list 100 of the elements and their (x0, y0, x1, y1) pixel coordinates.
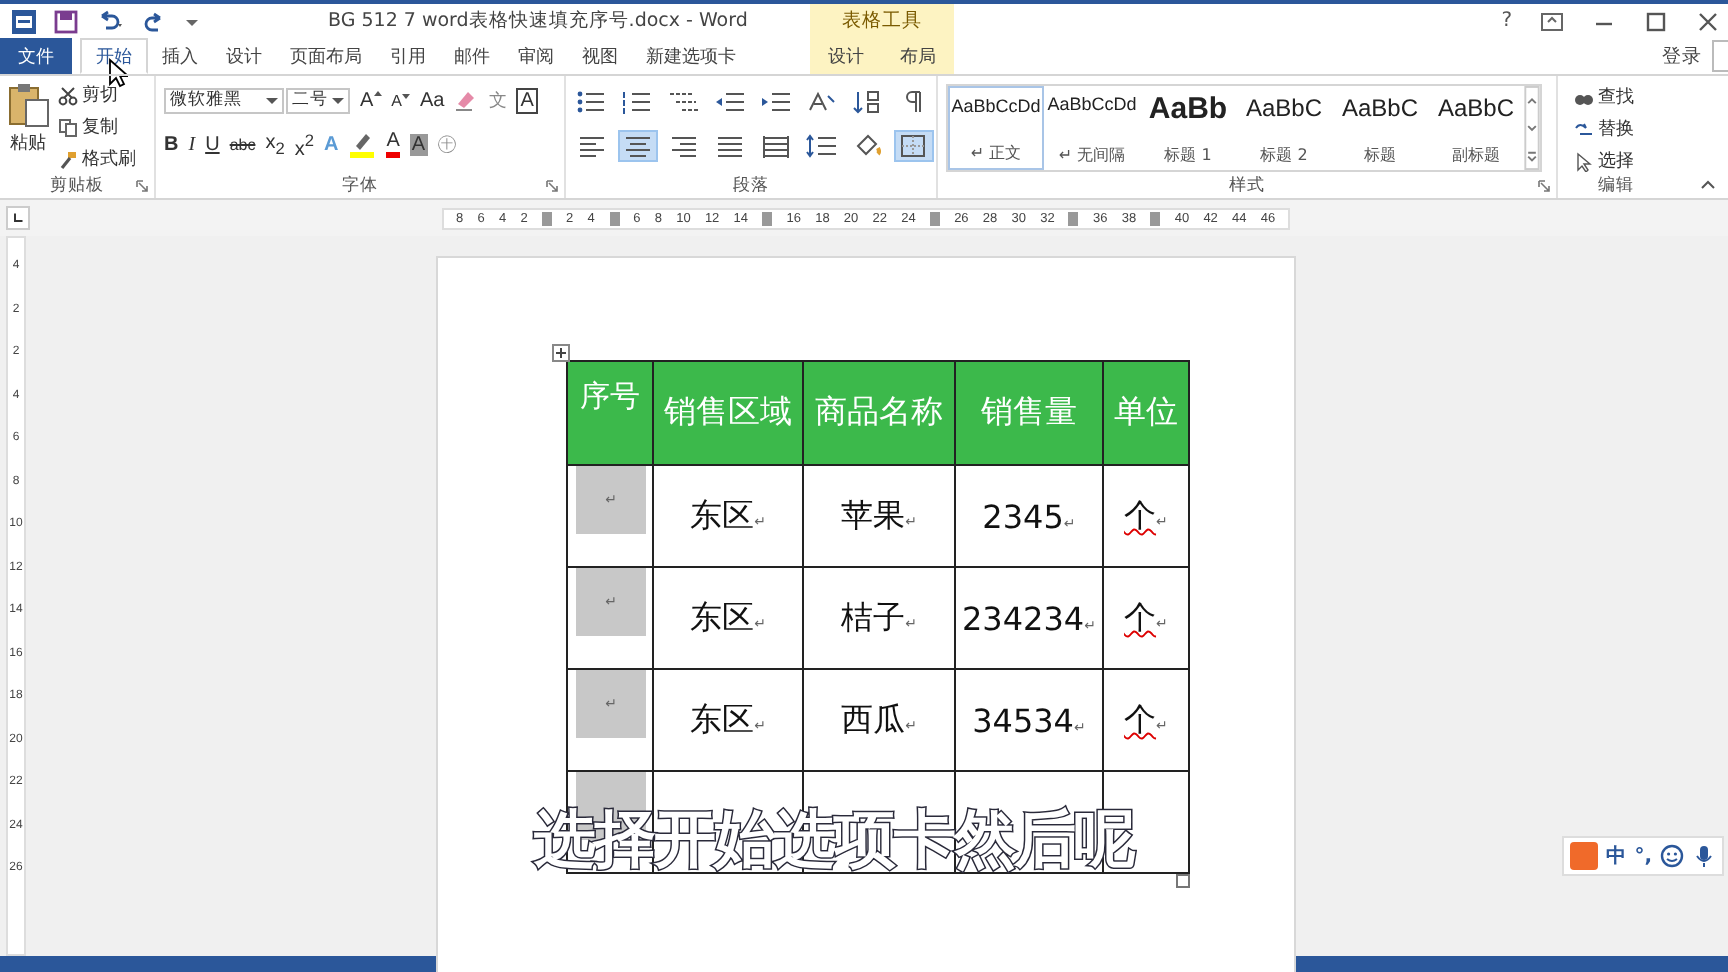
copy-button[interactable]: 复制 (58, 114, 136, 140)
down-triangle-icon (402, 91, 411, 100)
multilevel-list-icon[interactable] (666, 88, 702, 116)
replace-button[interactable]: 替换 (1574, 116, 1674, 142)
column-marker-icon[interactable] (609, 211, 620, 225)
superscript-button[interactable]: x$^{2}$ (294, 129, 314, 161)
paintbrush-icon[interactable] (58, 149, 78, 169)
alignment-button[interactable] (712, 132, 748, 160)
column-header: 序号 (567, 361, 653, 465)
group-label: 编辑 (1598, 174, 1634, 198)
ribbon-tab[interactable]: 邮件 (440, 38, 504, 74)
style-item[interactable]: AaBbC 副标题 (1428, 86, 1524, 170)
column-marker-icon[interactable] (1150, 211, 1161, 225)
ribbon-tab[interactable]: 新建选项卡 (632, 38, 750, 74)
close-icon[interactable] (1696, 9, 1720, 33)
up-triangle-icon (373, 89, 382, 98)
alignment-button[interactable] (666, 132, 702, 160)
tab-selector-icon[interactable] (6, 206, 30, 230)
context-group-label: 表格工具 (842, 8, 922, 34)
ribbon-tab[interactable]: 开始 (80, 38, 148, 74)
font-size-field[interactable]: 二号 (286, 87, 350, 114)
change-case-button[interactable]: Aa (420, 89, 445, 112)
collapse-ribbon-icon[interactable] (1700, 178, 1716, 190)
style-item[interactable]: AaBbCcDd ↵ 正文 (948, 86, 1044, 170)
underline-button[interactable]: U (205, 133, 220, 156)
find-button[interactable]: 查找 (1574, 84, 1674, 110)
style-item[interactable]: AaBbC 标题 (1332, 86, 1428, 170)
gallery-scroll-icon[interactable] (1524, 86, 1540, 170)
alignment-button[interactable] (620, 132, 656, 160)
help-button[interactable]: ? (1501, 10, 1512, 32)
column-marker-icon[interactable] (541, 211, 552, 225)
input-mode-toggle[interactable]: 中 (1606, 842, 1627, 870)
group-label: 剪贴板 (50, 173, 104, 197)
microphone-icon[interactable] (1692, 844, 1716, 868)
alignment-button[interactable] (758, 132, 794, 160)
grow-font-button[interactable]: A (360, 89, 382, 112)
alignment-button[interactable] (574, 132, 610, 160)
sign-in-link[interactable]: 登录 (1662, 43, 1702, 69)
decrease-indent-icon[interactable] (712, 88, 748, 116)
format-painter-button[interactable]: 格式刷 (58, 146, 136, 172)
dialog-launcher-icon[interactable] (1538, 180, 1550, 192)
style-item[interactable]: AaBb 标题 1 (1140, 86, 1236, 170)
ribbon-tab[interactable]: 设计 (816, 38, 876, 74)
ribbon-tab[interactable]: 文件 (0, 38, 72, 74)
redo-icon[interactable] (142, 9, 166, 33)
smiley-icon[interactable] (1660, 844, 1684, 868)
column-header: 销售区域 (653, 361, 803, 465)
ribbon-tab[interactable]: 布局 (888, 38, 948, 74)
scissors-icon[interactable] (58, 85, 78, 105)
dialog-launcher-icon[interactable] (546, 180, 558, 192)
group-label: 样式 (1229, 173, 1265, 197)
select-button[interactable]: 选择 (1574, 148, 1674, 174)
style-item[interactable]: AaBbCcDd ↵ 无间隔 (1044, 86, 1140, 170)
copy-icon[interactable] (58, 117, 78, 137)
column-header: 销售量 (955, 361, 1103, 465)
enclose-characters-button[interactable]: ㊉ (437, 130, 458, 159)
pointer-icon[interactable] (1574, 151, 1594, 171)
ribbon-display-icon[interactable] (1540, 9, 1564, 33)
ribbon-tab[interactable]: 页面布局 (276, 38, 376, 74)
undo-icon[interactable] (96, 7, 124, 35)
italic-button[interactable]: I (188, 133, 196, 156)
save-icon[interactable] (54, 9, 78, 33)
table-resize-handle-icon[interactable] (1176, 874, 1190, 888)
line-spacing-icon[interactable] (804, 132, 840, 160)
phonetic-guide-button[interactable]: 文 (488, 87, 507, 114)
increase-indent-icon[interactable] (758, 88, 794, 116)
subscript-button[interactable]: x$_{2}$ (265, 131, 285, 158)
paste-button[interactable]: 粘贴 (6, 82, 50, 172)
style-item[interactable]: AaBbC 标题 2 (1236, 86, 1332, 170)
ribbon-tab[interactable]: 审阅 (504, 38, 568, 74)
ribbon-tab[interactable]: 视图 (568, 38, 632, 74)
asian-layout-icon[interactable] (804, 88, 840, 116)
eraser-icon[interactable] (454, 88, 479, 113)
column-marker-icon[interactable] (762, 211, 773, 225)
table-move-handle-icon[interactable] (552, 344, 570, 362)
replace-icon[interactable] (1574, 119, 1594, 139)
highlighter-icon[interactable] (348, 130, 377, 159)
character-border-button[interactable]: A (516, 87, 538, 114)
strikethrough-button[interactable]: abc (229, 135, 256, 154)
dropdown-arrow-icon[interactable] (266, 94, 278, 107)
dropdown-arrow-icon[interactable] (332, 94, 344, 107)
borders-button[interactable] (896, 132, 932, 160)
font-name-field[interactable]: 微软雅黑 (164, 87, 284, 114)
ime-logo-icon[interactable] (1570, 842, 1599, 870)
punctuation-toggle[interactable]: °, (1634, 845, 1652, 867)
ribbon-tab[interactable]: 设计 (212, 38, 276, 74)
ribbon-tab[interactable]: 引用 (376, 38, 440, 74)
ribbon-tab[interactable]: 插入 (148, 38, 212, 74)
dialog-launcher-icon[interactable] (136, 180, 148, 192)
column-marker-icon[interactable] (1068, 211, 1079, 225)
font-color-button[interactable]: A (386, 131, 400, 158)
cut-button[interactable]: 剪切 (58, 82, 136, 108)
bold-button[interactable]: B (164, 133, 179, 156)
character-shading-button[interactable]: A (409, 133, 428, 156)
bullets-icon[interactable] (574, 88, 610, 116)
window-title: BG 512 7 word表格快速填充序号.docx - Word (328, 8, 748, 34)
numbering-icon[interactable] (620, 88, 656, 116)
maximize-icon[interactable] (1644, 9, 1668, 33)
column-marker-icon[interactable] (929, 211, 940, 225)
shrink-font-button[interactable]: A (391, 91, 411, 110)
